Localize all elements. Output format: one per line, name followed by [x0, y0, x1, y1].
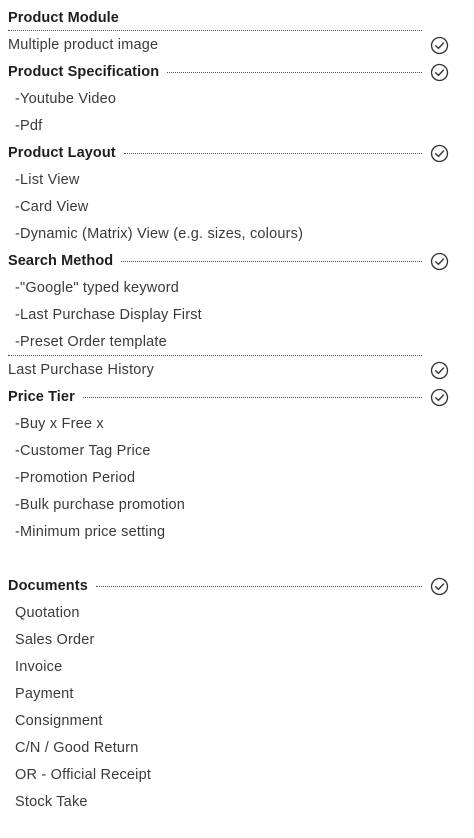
list-item: -Customer Tag Price — [8, 437, 429, 464]
check-circle-icon — [430, 252, 449, 271]
check-circle-icon — [430, 63, 449, 82]
item-label: Payment — [15, 685, 74, 702]
list-item: Sales Order — [8, 626, 429, 653]
product-specification-header: Product Specification — [8, 58, 422, 85]
section-title: Search Method — [8, 252, 114, 269]
list-item: C/N / Good Return — [8, 734, 429, 761]
dotted-leader — [121, 261, 422, 262]
list-item: -Preset Order template — [8, 328, 429, 355]
item-label: -Preset Order template — [15, 333, 167, 350]
check-circle-icon — [430, 36, 449, 55]
item-label: -Last Purchase Display First — [15, 306, 202, 323]
item-label: -Card View — [15, 198, 89, 215]
list-item: Stock Take — [8, 788, 429, 815]
search-method-header: Search Method — [8, 247, 422, 274]
feature-list: Product Module Multiple product image Pr… — [0, 0, 474, 838]
section-title: Documents — [8, 577, 88, 594]
item-label: Stock Take — [15, 793, 88, 810]
product-layout-header: Product Layout — [8, 139, 422, 166]
item-label: C/N / Good Return — [15, 739, 139, 756]
item-label: Quotation — [15, 604, 80, 621]
section-title: Product Module — [8, 9, 119, 26]
item-label: -Youtube Video — [15, 90, 117, 107]
item-label: Sales Order — [15, 631, 95, 648]
dotted-leader — [95, 586, 422, 587]
item-label: -Minimum price setting — [15, 523, 166, 540]
item-label: -Pdf — [15, 117, 43, 134]
item-label: Consignment — [15, 712, 103, 729]
product-module-header: Product Module — [8, 4, 422, 31]
list-item: -"Google" typed keyword — [8, 274, 429, 301]
list-item: Multiple product image — [8, 31, 422, 58]
list-item: -Card View — [8, 193, 429, 220]
list-item: -Minimum price setting — [8, 518, 429, 545]
list-item: -Youtube Video — [8, 85, 429, 112]
dotted-leader — [167, 72, 422, 73]
list-item: -Buy x Free x — [8, 410, 429, 437]
list-item: Invoice — [8, 653, 429, 680]
list-item: -Pdf — [8, 112, 429, 139]
list-item: -Bulk purchase promotion — [8, 491, 429, 518]
list-item: -List View — [8, 166, 429, 193]
section-title: Price Tier — [8, 388, 75, 405]
section-title: Product Specification — [8, 63, 160, 80]
item-label: -Customer Tag Price — [15, 442, 151, 459]
list-item: -Dynamic (Matrix) View (e.g. sizes, colo… — [8, 220, 429, 247]
check-circle-icon — [430, 388, 449, 407]
price-tier-header: Price Tier — [8, 383, 422, 410]
item-label: Multiple product image — [8, 36, 159, 53]
item-label: OR - Official Receipt — [15, 766, 152, 783]
dotted-leader — [123, 153, 422, 154]
check-circle-icon — [430, 144, 449, 163]
list-item: -Last Purchase Display First — [8, 301, 429, 328]
item-label: Last Purchase History — [8, 361, 155, 378]
item-label: -"Google" typed keyword — [15, 279, 180, 296]
list-item: Payment — [8, 680, 429, 707]
dotted-leader — [82, 397, 422, 398]
check-circle-icon — [430, 361, 449, 380]
list-item: Quotation — [8, 599, 429, 626]
check-circle-icon — [430, 577, 449, 596]
list-item: Consignment — [8, 707, 429, 734]
item-label: -Dynamic (Matrix) View (e.g. sizes, colo… — [15, 225, 304, 242]
list-item: Last Purchase History — [8, 356, 422, 383]
item-label: -List View — [15, 171, 80, 188]
list-item: OR - Official Receipt — [8, 761, 429, 788]
list-item: -Promotion Period — [8, 464, 429, 491]
documents-header: Documents — [8, 572, 422, 599]
section-title: Product Layout — [8, 144, 116, 161]
item-label: -Buy x Free x — [15, 415, 104, 432]
item-label: -Bulk purchase promotion — [15, 496, 186, 513]
item-label: -Promotion Period — [15, 469, 136, 486]
item-label: Invoice — [15, 658, 63, 675]
